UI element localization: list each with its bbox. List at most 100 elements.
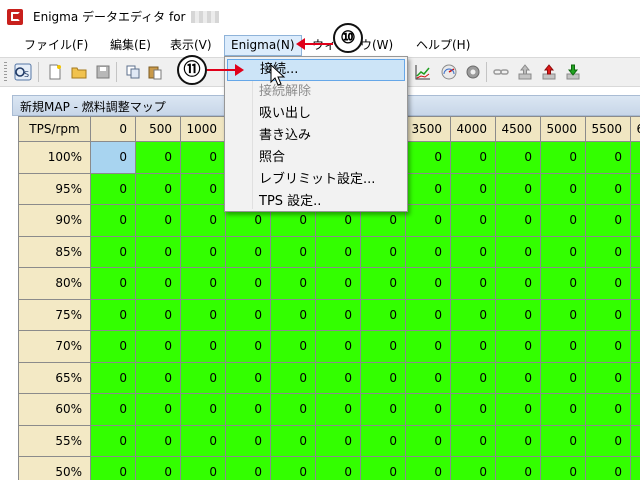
map-cell[interactable]: 0 — [450, 456, 496, 480]
tps-row-header[interactable]: 50% — [18, 456, 91, 480]
map-cell[interactable]: 0 — [405, 267, 451, 300]
map-cell[interactable]: 0 — [405, 141, 451, 174]
map-cell[interactable]: 0 — [135, 204, 181, 237]
map-cell[interactable]: 0 — [225, 393, 271, 426]
map-cell[interactable]: 0 — [495, 424, 541, 457]
upload-icon[interactable] — [516, 63, 534, 81]
map-cell[interactable]: 0 — [540, 424, 586, 457]
map-cell[interactable]: 0 — [180, 141, 226, 174]
map-cell[interactable]: 0 — [630, 267, 640, 300]
map-cell[interactable]: 0 — [405, 204, 451, 237]
map-cell[interactable]: 0 — [405, 424, 451, 457]
map-graph-icon[interactable] — [414, 63, 432, 81]
save-icon[interactable] — [94, 63, 112, 81]
map-cell[interactable]: 0 — [450, 267, 496, 300]
map-cell[interactable]: 0 — [135, 456, 181, 480]
map-cell[interactable]: 0 — [540, 393, 586, 426]
map-cell[interactable]: 0 — [540, 330, 586, 363]
map-cell[interactable]: 0 — [360, 424, 406, 457]
map-cell[interactable]: 0 — [90, 172, 136, 205]
tps-row-header[interactable]: 95% — [18, 172, 91, 205]
map-cell[interactable]: 0 — [135, 393, 181, 426]
map-cell[interactable]: 0 — [360, 393, 406, 426]
rpm-column-header[interactable]: 4500 — [495, 116, 541, 142]
map-cell[interactable]: 0 — [180, 456, 226, 480]
map-cell[interactable]: 0 — [270, 424, 316, 457]
map-cell[interactable]: 0 — [630, 235, 640, 268]
map-cell[interactable]: 0 — [450, 204, 496, 237]
map-cell[interactable]: 0 — [360, 456, 406, 480]
map-cell[interactable]: 0 — [90, 204, 136, 237]
map-cell[interactable]: 0 — [135, 172, 181, 205]
map-cell[interactable]: 0 — [495, 204, 541, 237]
toolbar-grip[interactable] — [4, 62, 7, 82]
map-cell[interactable]: 0 — [450, 141, 496, 174]
map-cell[interactable]: 0 — [225, 456, 271, 480]
map-cell[interactable]: 0 — [90, 424, 136, 457]
map-cell[interactable]: 0 — [270, 267, 316, 300]
map-cell[interactable]: 0 — [405, 456, 451, 480]
map-cell[interactable]: 0 — [495, 456, 541, 480]
menu-edit[interactable]: 編集(E) — [104, 35, 157, 56]
rpm-column-header[interactable]: 6000 — [630, 116, 640, 142]
menu-item-read[interactable]: 吸い出し — [227, 103, 405, 125]
rpm-column-header[interactable]: 3500 — [405, 116, 451, 142]
map-cell[interactable]: 0 — [630, 330, 640, 363]
map-cell[interactable]: 0 — [495, 172, 541, 205]
map-cell[interactable]: 0 — [225, 424, 271, 457]
tps-row-header[interactable]: 60% — [18, 393, 91, 426]
map-cell[interactable]: 0 — [450, 298, 496, 331]
map-cell[interactable]: 0 — [540, 267, 586, 300]
map-cell[interactable]: 0 — [630, 393, 640, 426]
map-cell[interactable]: 0 — [630, 361, 640, 394]
map-cell[interactable]: 0 — [495, 298, 541, 331]
rpm-column-header[interactable]: 1000 — [180, 116, 226, 142]
map-cell[interactable]: 0 — [405, 235, 451, 268]
gauge-icon[interactable] — [440, 63, 458, 81]
map-cell[interactable]: 0 — [630, 456, 640, 480]
map-cell[interactable]: 0 — [90, 361, 136, 394]
new-file-icon[interactable] — [46, 63, 64, 81]
map-cell[interactable]: 0 — [180, 204, 226, 237]
menu-item-tps-settings[interactable]: TPS 設定.. — [227, 191, 405, 213]
map-cell[interactable]: 0 — [90, 330, 136, 363]
map-cell[interactable]: 0 — [360, 330, 406, 363]
map-cell[interactable]: 0 — [360, 361, 406, 394]
tps-row-header[interactable]: 85% — [18, 235, 91, 268]
map-cell[interactable]: 0 — [495, 267, 541, 300]
map-cell[interactable]: 0 — [135, 298, 181, 331]
map-cell[interactable]: 0 — [585, 330, 631, 363]
map-cell[interactable]: 0 — [540, 204, 586, 237]
open-folder-icon[interactable] — [70, 63, 88, 81]
menu-item-rev-limit[interactable]: レブリミット設定... — [227, 169, 405, 191]
map-cell[interactable]: 0 — [225, 267, 271, 300]
map-cell[interactable]: 0 — [495, 330, 541, 363]
map-cell[interactable]: 0 — [90, 456, 136, 480]
rpm-column-header[interactable]: 5500 — [585, 116, 631, 142]
menu-file[interactable]: ファイル(F) — [18, 35, 94, 56]
map-cell[interactable]: 0 — [495, 235, 541, 268]
map-cell[interactable]: 0 — [360, 267, 406, 300]
map-cell[interactable]: 0 — [450, 393, 496, 426]
paste-icon[interactable] — [146, 63, 164, 81]
map-cell[interactable]: 0 — [180, 235, 226, 268]
map-cell[interactable]: 0 — [135, 267, 181, 300]
map-cell[interactable]: 0 — [180, 424, 226, 457]
map-cell[interactable]: 0 — [180, 298, 226, 331]
map-cell[interactable]: 0 — [225, 298, 271, 331]
map-cell[interactable]: 0 — [495, 393, 541, 426]
map-cell[interactable]: 0 — [630, 204, 640, 237]
map-cell[interactable]: 0 — [585, 424, 631, 457]
map-cell[interactable]: 0 — [315, 298, 361, 331]
map-cell[interactable]: 0 — [540, 235, 586, 268]
map-cell[interactable]: 0 — [360, 235, 406, 268]
map-cell[interactable]: 0 — [135, 141, 181, 174]
map-cell[interactable]: 0 — [135, 330, 181, 363]
map-cell[interactable]: 0 — [585, 267, 631, 300]
tps-row-header[interactable]: 65% — [18, 361, 91, 394]
map-cell[interactable]: 0 — [405, 298, 451, 331]
tps-row-header[interactable]: 55% — [18, 424, 91, 457]
map-cell[interactable]: 0 — [270, 361, 316, 394]
map-cell[interactable]: 0 — [630, 172, 640, 205]
map-cell[interactable]: 0 — [450, 235, 496, 268]
